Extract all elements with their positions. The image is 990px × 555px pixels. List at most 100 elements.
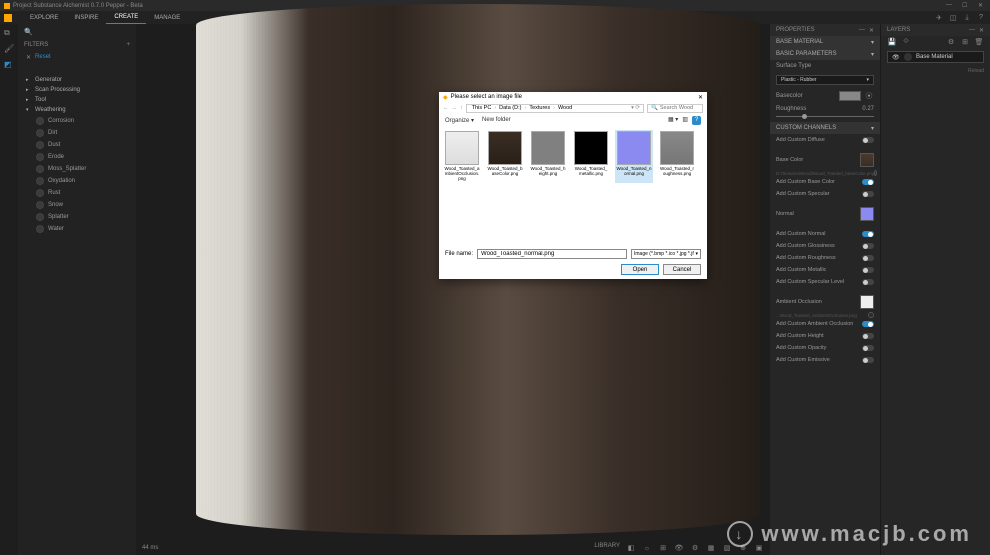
view-icons-button[interactable]: ▦ ▾ (668, 116, 678, 125)
maximize-button[interactable]: ☐ (962, 2, 970, 10)
tree-item[interactable]: Oxydation (22, 175, 132, 187)
toggle-glossiness[interactable] (862, 243, 874, 249)
nav-up-icon[interactable]: ↑ (460, 105, 463, 111)
tree-item[interactable]: Splatter (22, 211, 132, 223)
file-tile[interactable]: Wood_Toasted_metallic.png (572, 130, 610, 183)
vp-icon-1[interactable]: ◧ (626, 543, 636, 553)
filetype-select[interactable]: Image (*.bmp *.ico *.jpg *.jf▾ (631, 249, 701, 259)
file-tile[interactable]: Wood_Toasted_ambientOcclusion.png (443, 130, 481, 183)
group-weathering[interactable]: ▾Weathering (22, 105, 132, 115)
props-close-icon[interactable]: ✕ (869, 27, 874, 34)
send-icon[interactable]: ✈ (934, 13, 944, 23)
side-icon-2[interactable]: 🖌 (4, 44, 14, 54)
tree-item[interactable]: Corrosion (22, 115, 132, 127)
menu-explore[interactable]: EXPLORE (22, 12, 66, 24)
nav-back-icon[interactable]: ← (443, 105, 449, 111)
file-tile[interactable]: Wood_Toasted_normal.png (615, 130, 653, 183)
basecolor-swatch[interactable] (839, 91, 861, 101)
vp-icon-4[interactable]: 👁 (674, 543, 684, 553)
toggle-metallic[interactable] (862, 267, 874, 273)
breadcrumb[interactable]: This PC› Data (D:)› Textures› Wood ▾ ⟳ (466, 104, 644, 113)
layers-add-icon[interactable]: ⊞ (960, 37, 970, 47)
vp-icon-2[interactable]: ☼ (642, 543, 652, 553)
roughness-thumb[interactable] (802, 114, 807, 119)
minimize-button[interactable]: — (946, 2, 954, 10)
section-custom-channels[interactable]: CUSTOM CHANNELS▾ (770, 122, 880, 134)
vp-icon-6[interactable]: ▦ (706, 543, 716, 553)
toggle-basecolor[interactable] (862, 179, 874, 185)
remove-filter-icon[interactable]: ✕ (26, 54, 31, 61)
dialog-close-button[interactable]: ✕ (698, 94, 703, 101)
section-basic-parameters[interactable]: BASIC PARAMETERS▾ (770, 48, 880, 60)
menu-icon-1[interactable]: ◫ (948, 13, 958, 23)
props-minimize-icon[interactable]: — (859, 27, 865, 34)
menu-inspire[interactable]: INSPIRE (66, 12, 106, 24)
group-tool[interactable]: ▸Tool (22, 95, 132, 105)
toggle-normal[interactable] (862, 231, 874, 237)
visibility-icon[interactable]: 👁 (892, 54, 900, 61)
layers-delete-icon[interactable]: 🗑 (974, 37, 984, 47)
surface-type-select[interactable]: Plastic - Rubber▾ (776, 75, 874, 85)
normal-thumb[interactable] (860, 207, 874, 221)
toggle-height[interactable] (862, 333, 874, 339)
group-generator[interactable]: ▸Generator (22, 75, 132, 85)
layers-header: LAYERS —✕ (881, 24, 990, 36)
save-icon[interactable]: 💾 (887, 37, 897, 47)
tree-item[interactable]: Rust (22, 187, 132, 199)
organize-button[interactable]: Organize ▾ (445, 117, 474, 124)
search-icon[interactable]: 🔍 (24, 28, 33, 36)
tree-item[interactable]: Erode (22, 151, 132, 163)
file-grid: Wood_Toasted_ambientOcclusion.pngWood_To… (439, 126, 707, 245)
roughness-track[interactable] (776, 116, 874, 117)
dialog-help-button[interactable]: ? (692, 116, 701, 125)
basecolor-picker-icon[interactable]: ⦿ (864, 91, 874, 101)
tree-item[interactable]: Water (22, 223, 132, 235)
layers-minimize-icon[interactable]: — (969, 27, 975, 34)
filter-reset[interactable]: ✕ Reset (18, 51, 136, 63)
layer-base-material[interactable]: 👁 Base Material (887, 51, 984, 63)
close-button[interactable]: ✕ (978, 2, 986, 10)
filename-input[interactable] (477, 249, 627, 259)
tree-item[interactable]: Moss_Splatter (22, 163, 132, 175)
open-button[interactable]: Open (621, 264, 659, 275)
basecolor-thumb[interactable] (860, 153, 874, 167)
toggle-diffuse[interactable] (862, 137, 874, 143)
basecolor-row: Basecolor ⦿ (770, 88, 880, 104)
menu-manage[interactable]: MANAGE (146, 12, 188, 24)
dialog-search[interactable]: 🔍 (647, 104, 703, 113)
view-list-button[interactable]: ▥ (682, 116, 688, 125)
toggle-emissive[interactable] (862, 357, 874, 363)
file-tile[interactable]: Wood_Toasted_baseColor.png (486, 130, 524, 183)
toggle-roughness[interactable] (862, 255, 874, 261)
file-tile[interactable]: Wood_Toasted_height.png (529, 130, 567, 183)
toggle-specular-level[interactable] (862, 279, 874, 285)
toggle-specular[interactable] (862, 191, 874, 197)
menu-create[interactable]: CREATE (106, 11, 146, 24)
ao-thumb[interactable] (860, 295, 874, 309)
toggle-ao[interactable] (862, 321, 874, 327)
side-icon-1[interactable]: ⧉ (4, 28, 14, 38)
group-scan-processing[interactable]: ▸Scan Processing (22, 85, 132, 95)
tree-item[interactable]: Dirt (22, 127, 132, 139)
vp-icon-5[interactable]: ⚙ (690, 543, 700, 553)
nav-fwd-icon[interactable]: → (452, 105, 458, 111)
app-title: Project Substance Alchemist 0.7.0 Pepper… (13, 3, 143, 9)
tree-item[interactable]: Snow (22, 199, 132, 211)
file-dialog: ◆ Please select an image file ✕ ← → ↑ Th… (439, 92, 707, 279)
reload-button[interactable]: Reload (887, 68, 984, 74)
layers-close-icon[interactable]: ✕ (979, 27, 984, 34)
layers-gear-icon[interactable]: ⚙ (946, 37, 956, 47)
menu-icon-2[interactable]: ⤓ (962, 13, 972, 23)
help-icon[interactable]: ? (976, 13, 986, 23)
section-base-material[interactable]: BASE MATERIAL▾ (770, 36, 880, 48)
side-icon-3[interactable]: ◩ (4, 60, 14, 70)
file-tile[interactable]: Wood_Toasted_roughness.png (658, 130, 696, 183)
add-filter-button[interactable]: + (126, 42, 130, 48)
toggle-opacity[interactable] (862, 345, 874, 351)
cancel-button[interactable]: Cancel (663, 264, 701, 275)
vp-icon-3[interactable]: ⊞ (658, 543, 668, 553)
layers-tool-icon[interactable]: ⟐ (901, 37, 911, 47)
tree-item[interactable]: Dust (22, 139, 132, 151)
newfolder-button[interactable]: New folder (482, 117, 511, 123)
dialog-search-input[interactable] (660, 105, 699, 111)
